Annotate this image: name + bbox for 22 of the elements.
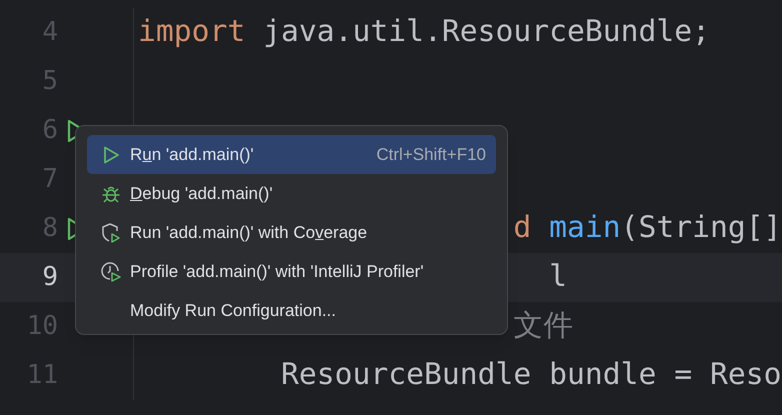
clock-play-icon (101, 260, 122, 282)
line-number: 6 (41, 114, 58, 147)
code-line: ResourceBundle bundle = Reso (281, 357, 782, 392)
line-number: 7 (41, 163, 58, 196)
menu-item[interactable]: Modify Run Configuration... (87, 291, 496, 330)
line-number: 9 (41, 261, 58, 294)
run-icon (101, 144, 121, 164)
code-line: 文件 (513, 308, 574, 344)
menu-item[interactable]: Debug 'add.main()' (87, 174, 496, 213)
code-line: import java.util.ResourceBundle; (138, 14, 710, 50)
shortcut-label: Ctrl+Shift+F10 (376, 144, 486, 166)
menu-item[interactable]: Run 'add.main()' Ctrl+Shift+F10 (87, 135, 496, 174)
line-number: 11 (26, 359, 58, 392)
menu-item[interactable]: Run 'add.main()' with Coverage (87, 213, 496, 252)
line-number: 8 (41, 212, 58, 245)
line-number: 4 (41, 16, 58, 49)
line-number: 5 (41, 65, 58, 98)
code-line: d main(String[] (513, 210, 782, 246)
line-number: 10 (26, 310, 58, 343)
shield-play-icon (101, 222, 121, 244)
code-line: l (549, 259, 567, 294)
menu-item[interactable]: Profile 'add.main()' with 'IntelliJ Profiler' (87, 252, 496, 291)
